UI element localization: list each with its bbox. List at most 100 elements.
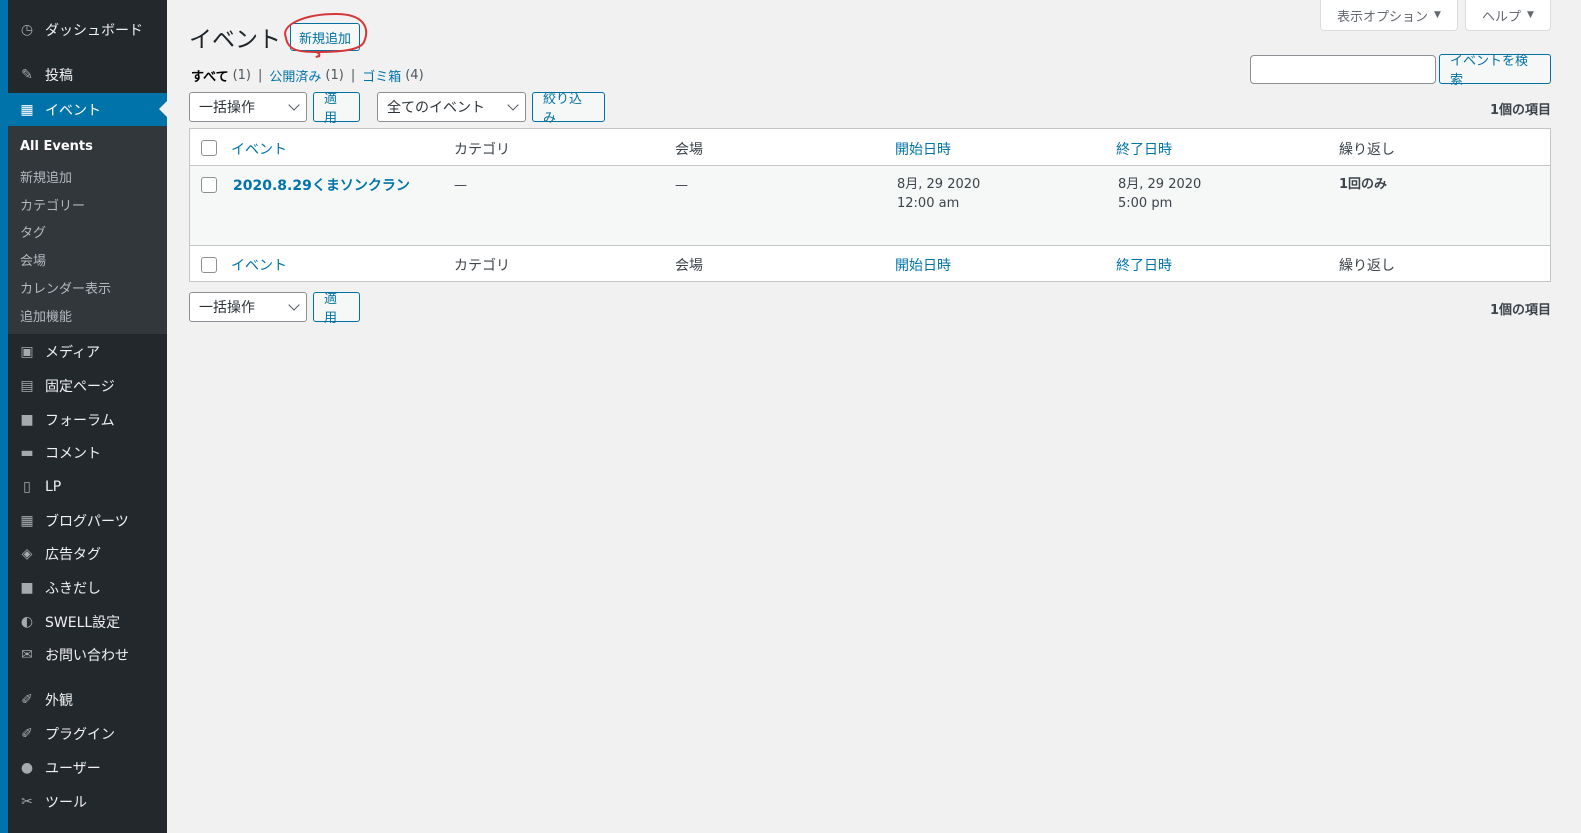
menu-item-posts[interactable]: ✎ 投稿 [8, 59, 167, 91]
menu-item-events[interactable]: ▦ イベント [8, 93, 167, 126]
menu-item-dashboard[interactable]: ◷ ダッシュボード [8, 14, 167, 46]
menu-item-swell-settings[interactable]: ◐ SWELL設定 [8, 606, 167, 638]
dashboard-icon: ◷ [20, 22, 34, 38]
tag-stack-icon: ◈ [21, 546, 33, 562]
column-event[interactable]: イベント [231, 139, 287, 159]
menu-item-lp[interactable]: ▯ LP [8, 471, 167, 503]
column-end-date[interactable]: 終了日時 [1116, 139, 1172, 159]
submenu-venues[interactable]: 会場 [20, 250, 46, 269]
select-all-checkbox-footer[interactable] [201, 257, 217, 273]
row-checkbox[interactable] [201, 177, 217, 193]
menu-item-media[interactable]: ▣ メディア [8, 336, 167, 368]
column-start-date[interactable]: 開始日時 [895, 139, 951, 159]
menu-item-forum[interactable]: ■ フォーラム [8, 404, 167, 436]
item-count-bottom: 1個の項目 [1489, 303, 1551, 318]
menu-item-blog-parts[interactable]: ▦ ブログパーツ [8, 505, 167, 537]
filter-all[interactable]: すべて [191, 66, 229, 85]
filter-separator: | [258, 68, 263, 83]
triangle-down-icon: ▼ [1527, 10, 1534, 20]
page-title: イベント [189, 27, 281, 53]
help-button[interactable]: ヘルプ ▼ [1465, 0, 1551, 31]
menu-label: メディア [45, 345, 101, 361]
brush-icon: ✐ [21, 692, 33, 708]
filter-separator: | [350, 68, 356, 83]
events-filter-select[interactable]: 全てのイベント [377, 92, 526, 122]
event-venue: — [675, 178, 688, 193]
calendar-icon: ▦ [20, 101, 34, 118]
bulk-action-select-top[interactable]: 一括操作 [189, 92, 307, 122]
menu-label: コメント [45, 446, 101, 462]
column-category: カテゴリ [454, 142, 510, 158]
pin-icon: ✎ [21, 67, 33, 83]
red-circle-annotation [284, 12, 368, 58]
sidebar-edge [0, 0, 8, 833]
submenu-extensions[interactable]: 追加機能 [20, 306, 72, 325]
submenu-all-events[interactable]: All Events [20, 139, 93, 154]
triangle-down-icon: ▼ [1434, 10, 1441, 20]
menu-item-ad-tags[interactable]: ◈ 広告タグ [8, 538, 167, 570]
search-input[interactable] [1250, 55, 1436, 84]
menu-item-comments[interactable]: ▬ コメント [8, 437, 167, 469]
bulk-action-value: 一括操作 [199, 300, 255, 316]
apply-button-top[interactable]: 適用 [313, 92, 360, 126]
screen-options-button[interactable]: 表示オプション ▼ [1320, 0, 1458, 31]
menu-label: LP [45, 479, 62, 495]
events-table: イベント カテゴリ 会場 開始日時 終了日時 繰り返し 2020.8.29くまソ… [189, 128, 1551, 282]
menu-item-pages[interactable]: ▤ 固定ページ [8, 370, 167, 402]
menu-item-balloon[interactable]: ■ ふきだし [8, 572, 167, 604]
wrench-icon: ✂ [21, 794, 33, 810]
column-event[interactable]: イベント [231, 255, 287, 275]
event-start-date: 8月, 29 2020 [897, 177, 981, 192]
forum-icon: ■ [20, 412, 34, 428]
menu-label: 外観 [45, 693, 73, 709]
mail-icon: ✉ [21, 647, 33, 663]
event-category: — [454, 178, 467, 193]
event-start-time: 12:00 am [897, 196, 960, 211]
column-repeat: 繰り返し [1339, 258, 1395, 274]
menu-label: ふきだし [45, 581, 101, 597]
bulk-action-value: 一括操作 [199, 100, 255, 116]
table-header: イベント カテゴリ 会場 開始日時 終了日時 繰り返し [190, 129, 1550, 166]
menu-item-contact[interactable]: ✉ お問い合わせ [8, 639, 167, 671]
column-category: カテゴリ [454, 258, 510, 274]
menu-label: ユーザー [45, 761, 101, 777]
select-all-checkbox[interactable] [201, 140, 217, 156]
submenu-categories[interactable]: カテゴリー [20, 195, 85, 214]
screen-options-label: 表示オプション [1337, 9, 1429, 25]
menu-label: 固定ページ [45, 379, 115, 395]
menu-item-users[interactable]: ● ユーザー [8, 752, 167, 784]
menu-item-plugins[interactable]: ✐ プラグイン [8, 718, 167, 750]
search-events-button[interactable]: イベントを検索 [1439, 54, 1551, 88]
submenu-add-new[interactable]: 新規追加 [20, 167, 72, 186]
swell-icon: ◐ [20, 614, 34, 630]
bulk-action-select-bottom[interactable]: 一括操作 [189, 292, 307, 322]
event-title-link[interactable]: 2020.8.29くまソンクラン [233, 175, 410, 195]
menu-item-appearance[interactable]: ✐ 外観 [8, 684, 167, 716]
column-end-date[interactable]: 終了日時 [1116, 255, 1172, 275]
event-end-time: 5:00 pm [1118, 196, 1173, 211]
apply-button-bottom[interactable]: 適用 [313, 292, 360, 326]
plugin-icon: ✐ [21, 726, 33, 742]
admin-sidebar: ◷ ダッシュボード ✎ 投稿 ▦ イベント All Events 新規追加 カテ… [0, 0, 167, 833]
chevron-down-icon [288, 299, 300, 311]
menu-label: SWELL設定 [45, 615, 121, 631]
column-start-date[interactable]: 開始日時 [895, 255, 951, 275]
filter-published[interactable]: 公開済み [269, 66, 321, 85]
help-label: ヘルプ [1482, 9, 1522, 25]
chevron-down-icon [288, 99, 300, 111]
menu-label: ツール [45, 795, 87, 811]
submenu-calendar[interactable]: カレンダー表示 [20, 278, 111, 297]
table-footer: イベント カテゴリ 会場 開始日時 終了日時 繰り返し [190, 245, 1550, 282]
menu-item-tools[interactable]: ✂ ツール [8, 786, 167, 818]
comment-icon: ▬ [20, 445, 34, 461]
chevron-down-icon [507, 99, 519, 111]
filter-published-count: (1) [325, 68, 344, 83]
menu-label: 広告タグ [45, 547, 101, 563]
submenu-tags[interactable]: タグ [20, 222, 46, 241]
menu-label: フォーラム [45, 413, 115, 429]
filter-button[interactable]: 絞り込み [532, 92, 605, 126]
filter-trash[interactable]: ゴミ箱 [362, 66, 401, 85]
media-icon: ▣ [20, 344, 34, 360]
column-venue: 会場 [675, 142, 703, 158]
events-filter-value: 全てのイベント [387, 100, 485, 116]
